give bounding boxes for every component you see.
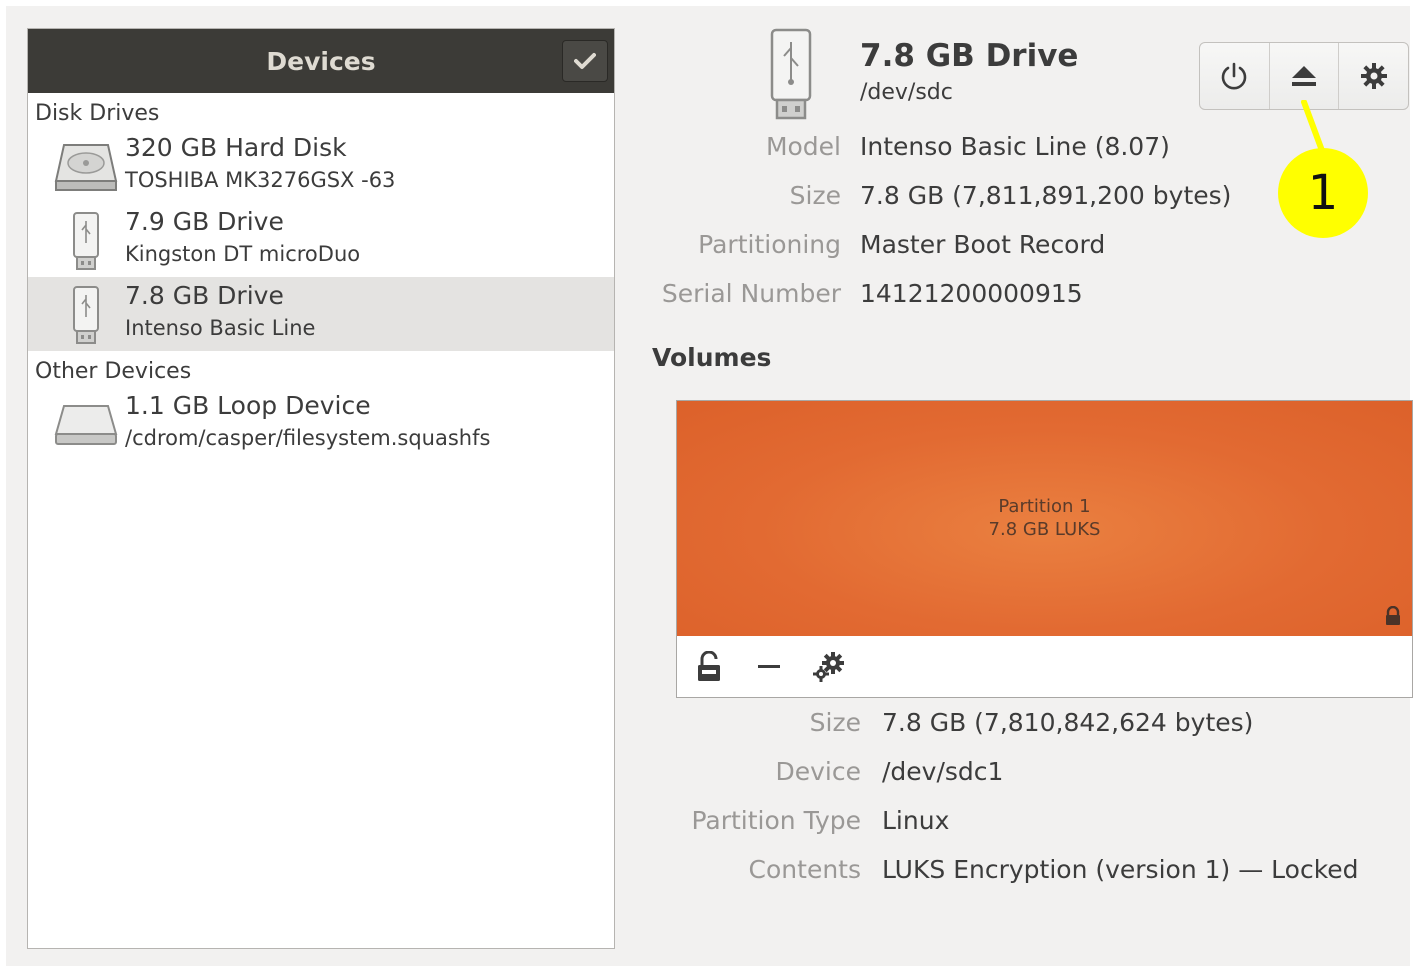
eject-icon xyxy=(1292,66,1316,86)
power-off-icon xyxy=(1222,62,1247,90)
drive-prop-label: Model xyxy=(765,132,841,161)
drive-prop-value: 14121200000915 xyxy=(860,279,1083,308)
volume-prop-label: Contents xyxy=(748,855,861,884)
drive-prop-value: Intenso Basic Line (8.07) xyxy=(860,132,1170,161)
device-name: 1.1 GB Loop Device xyxy=(125,391,371,420)
volume-prop-label: Size xyxy=(809,708,861,737)
device-detail: TOSHIBA MK3276GSX -63 xyxy=(125,168,396,192)
volume-prop-value: Linux xyxy=(882,806,950,835)
device-row-kingston[interactable]: 7.9 GB Drive Kingston DT microDuo xyxy=(28,203,614,277)
drive-prop-label: Serial Number xyxy=(661,279,841,308)
power-off-button[interactable] xyxy=(1200,43,1270,109)
checkmark-icon xyxy=(574,53,596,69)
annotation-marker: 1 xyxy=(1278,148,1368,238)
devices-sidebar: Devices Disk Drives 320 GB Hard Disk TOS… xyxy=(27,28,615,949)
device-row-loop-device[interactable]: 1.1 GB Loop Device /cdrom/casper/filesys… xyxy=(28,387,614,461)
lock-icon xyxy=(1386,606,1400,625)
partition-size: 7.8 GB LUKS xyxy=(988,519,1101,540)
volumes-heading: Volumes xyxy=(652,343,772,372)
device-name: 7.8 GB Drive xyxy=(125,281,284,310)
drive-title: 7.8 GB Drive xyxy=(860,38,1079,74)
volume-prop-value: /dev/sdc1 xyxy=(882,757,1004,786)
drive-prop-label: Size xyxy=(789,181,841,210)
partition-block[interactable]: Partition 1 7.8 GB LUKS xyxy=(677,401,1412,636)
volume-prop-label: Partition Type xyxy=(691,806,861,835)
hard-disk-icon xyxy=(54,135,118,199)
unlock-button[interactable] xyxy=(679,636,739,697)
section-label-other-devices: Other Devices xyxy=(35,359,192,384)
device-detail: Kingston DT microDuo xyxy=(125,242,361,266)
partition-settings-button[interactable] xyxy=(799,636,859,697)
device-name: 320 GB Hard Disk xyxy=(125,133,347,162)
gears-icon xyxy=(813,651,844,682)
delete-partition-button[interactable] xyxy=(739,636,799,697)
device-detail: /cdrom/casper/filesystem.squashfs xyxy=(125,426,491,450)
drive-prop-label: Partitioning xyxy=(698,230,841,259)
volume-prop-label: Device xyxy=(775,757,862,786)
loop-device-icon xyxy=(54,393,118,457)
minus-icon xyxy=(758,664,780,668)
device-row-hard-disk[interactable]: 320 GB Hard Disk TOSHIBA MK3276GSX -63 xyxy=(28,129,614,203)
usb-drive-icon xyxy=(54,283,118,347)
device-row-intenso-selected[interactable]: 7.8 GB Drive Intenso Basic Line xyxy=(28,277,614,351)
usb-drive-icon xyxy=(54,209,118,273)
volume-prop-value: 7.8 GB (7,810,842,624 bytes) xyxy=(882,708,1254,737)
drive-prop-value: Master Boot Record xyxy=(860,230,1106,259)
device-name: 7.9 GB Drive xyxy=(125,207,284,236)
device-detail: Intenso Basic Line xyxy=(125,316,316,340)
volume-prop-value: LUKS Encryption (version 1) — Locked xyxy=(882,855,1359,884)
section-label-disk-drives: Disk Drives xyxy=(35,101,160,126)
volume-toolbar xyxy=(677,636,1412,697)
sidebar-header: Devices xyxy=(28,29,614,93)
partition-name: Partition 1 xyxy=(998,496,1091,517)
sidebar-title: Devices xyxy=(266,46,376,76)
drive-path: /dev/sdc xyxy=(860,80,953,105)
settings-icon xyxy=(1360,63,1387,89)
usb-drive-icon xyxy=(767,28,815,126)
volume-map: Partition 1 7.8 GB LUKS xyxy=(676,400,1413,698)
selection-mode-button[interactable] xyxy=(562,40,608,82)
drive-settings-button[interactable] xyxy=(1339,43,1408,109)
drive-prop-value: 7.8 GB (7,811,891,200 bytes) xyxy=(860,181,1232,210)
unlock-icon xyxy=(698,650,720,681)
